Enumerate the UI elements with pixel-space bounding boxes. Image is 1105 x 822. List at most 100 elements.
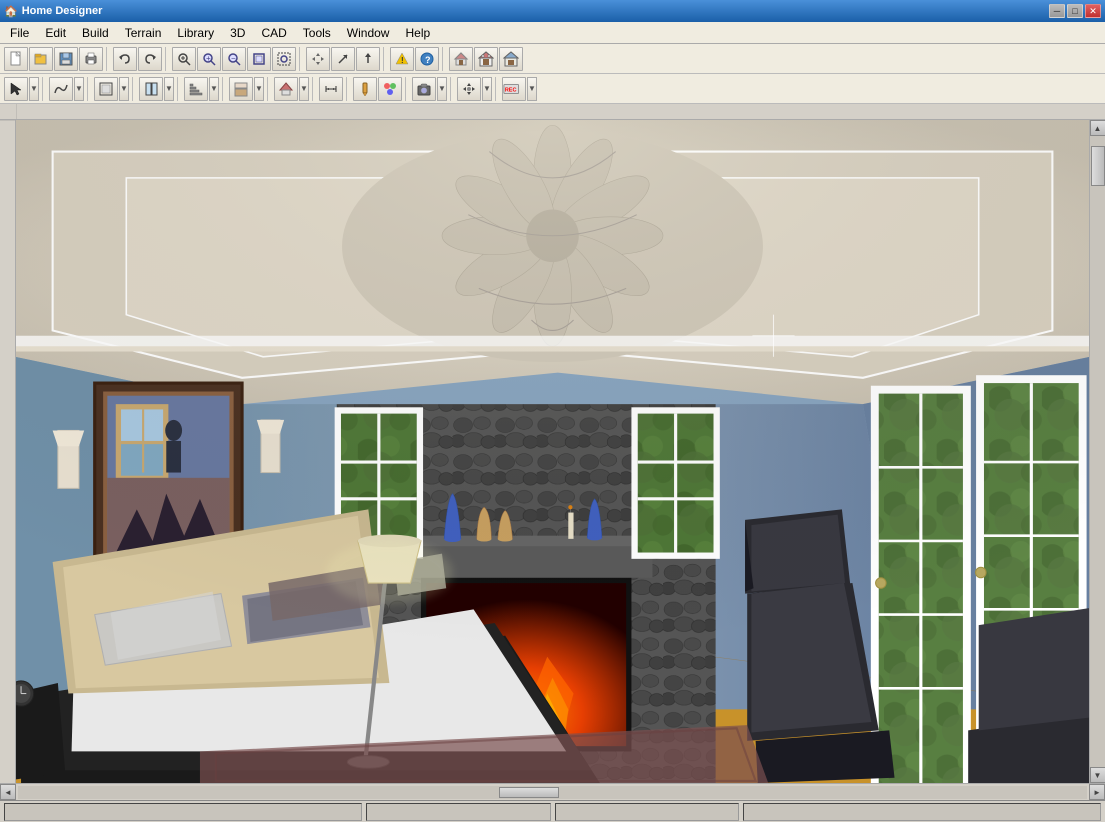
rec-button[interactable]: REC xyxy=(502,77,526,101)
minimize-button[interactable]: ─ xyxy=(1049,4,1065,18)
left-ruler xyxy=(0,120,16,783)
select-tool[interactable] xyxy=(4,77,28,101)
status-panel-3 xyxy=(555,803,739,821)
arrow-up-right-button[interactable] xyxy=(331,47,355,71)
status-bar xyxy=(0,800,1105,822)
h-scroll-track[interactable] xyxy=(18,786,1087,799)
bottom-scrollbar[interactable]: ◄ ► xyxy=(0,783,1105,800)
floor-tool[interactable] xyxy=(229,77,253,101)
menu-build[interactable]: Build xyxy=(74,24,117,42)
right-scrollbar[interactable]: ▲ ▼ xyxy=(1089,120,1105,783)
sep-t5 xyxy=(222,77,226,101)
roof-tool[interactable] xyxy=(274,77,298,101)
zoom-out-button[interactable]: − xyxy=(222,47,246,71)
roof-dropdown[interactable]: ▼ xyxy=(299,77,309,101)
door-dropdown[interactable]: ▼ xyxy=(164,77,174,101)
wall-tool[interactable] xyxy=(94,77,118,101)
separator-1 xyxy=(106,47,110,71)
camera-dropdown[interactable]: ▼ xyxy=(437,77,447,101)
title-bar: 🏠 Home Designer ─ □ ✕ xyxy=(0,0,1105,22)
svg-text:+: + xyxy=(206,54,211,63)
menu-tools[interactable]: Tools xyxy=(295,24,339,42)
separator-5 xyxy=(442,47,446,71)
scroll-left-arrow[interactable]: ◄ xyxy=(0,784,16,800)
pan-button[interactable] xyxy=(306,47,330,71)
rec-dropdown[interactable]: ▼ xyxy=(527,77,537,101)
scroll-right-arrow[interactable]: ► xyxy=(1089,784,1105,800)
dimension-tool[interactable] xyxy=(319,77,343,101)
zoom-in-button[interactable]: + xyxy=(197,47,221,71)
title-bar-controls[interactable]: ─ □ ✕ xyxy=(1049,4,1101,18)
sep-t4 xyxy=(177,77,181,101)
save-button[interactable] xyxy=(54,47,78,71)
curve-dropdown[interactable]: ▼ xyxy=(74,77,84,101)
separator-3 xyxy=(299,47,303,71)
top-ruler xyxy=(0,104,1105,120)
floor-dropdown[interactable]: ▼ xyxy=(254,77,264,101)
menu-bar: File Edit Build Terrain Library 3D CAD T… xyxy=(0,22,1105,44)
scroll-down-arrow[interactable]: ▼ xyxy=(1090,767,1105,783)
wall-dropdown[interactable]: ▼ xyxy=(119,77,129,101)
house-large-button[interactable] xyxy=(499,47,523,71)
close-button[interactable]: ✕ xyxy=(1085,4,1101,18)
new-button[interactable] xyxy=(4,47,28,71)
house-medium-button[interactable] xyxy=(474,47,498,71)
alert-button[interactable]: ! xyxy=(390,47,414,71)
zoom-magnifier-button[interactable] xyxy=(172,47,196,71)
sep-t9 xyxy=(405,77,409,101)
svg-text:REC: REC xyxy=(505,87,517,93)
menu-terrain[interactable]: Terrain xyxy=(117,24,170,42)
arrow-up-button[interactable] xyxy=(356,47,380,71)
sep-t11 xyxy=(495,77,499,101)
separator-4 xyxy=(383,47,387,71)
sep-t8 xyxy=(346,77,350,101)
move-dropdown[interactable]: ▼ xyxy=(482,77,492,101)
toolbar-1: + − ! ? xyxy=(0,44,1105,74)
sep-t6 xyxy=(267,77,271,101)
status-panel-1 xyxy=(4,803,362,821)
title-bar-left: 🏠 Home Designer xyxy=(4,5,102,18)
scroll-up-arrow[interactable]: ▲ xyxy=(1090,120,1105,136)
menu-window[interactable]: Window xyxy=(339,24,398,42)
material-tool[interactable] xyxy=(378,77,402,101)
status-panel-2 xyxy=(366,803,550,821)
scroll-track[interactable] xyxy=(1090,136,1105,767)
menu-library[interactable]: Library xyxy=(169,24,222,42)
house-simple-button[interactable] xyxy=(449,47,473,71)
sep-t3 xyxy=(132,77,136,101)
menu-file[interactable]: File xyxy=(2,24,37,42)
sep-t7 xyxy=(312,77,316,101)
scroll-thumb[interactable] xyxy=(1091,146,1105,186)
paint-tool[interactable] xyxy=(353,77,377,101)
move-tool[interactable] xyxy=(457,77,481,101)
open-button[interactable] xyxy=(29,47,53,71)
zoom-box-button[interactable] xyxy=(272,47,296,71)
door-window-tool[interactable] xyxy=(139,77,163,101)
undo-button[interactable] xyxy=(113,47,137,71)
stair-dropdown[interactable]: ▼ xyxy=(209,77,219,101)
print-button[interactable] xyxy=(79,47,103,71)
camera-tool[interactable] xyxy=(412,77,436,101)
svg-text:−: − xyxy=(231,54,236,63)
menu-edit[interactable]: Edit xyxy=(37,24,74,42)
sep-t10 xyxy=(450,77,454,101)
svg-text:!: ! xyxy=(401,56,404,65)
fit-view-button[interactable] xyxy=(247,47,271,71)
toolbar-2: ▼ ▼ ▼ ▼ ▼ ▼ ▼ ▼ xyxy=(0,74,1105,104)
menu-3d[interactable]: 3D xyxy=(222,24,253,42)
separator-2 xyxy=(165,47,169,71)
stair-tool[interactable] xyxy=(184,77,208,101)
app-title: Home Designer xyxy=(22,5,103,17)
curve-tool[interactable] xyxy=(49,77,73,101)
viewport xyxy=(16,120,1089,783)
redo-button[interactable] xyxy=(138,47,162,71)
h-scroll-thumb[interactable] xyxy=(499,787,559,798)
help-button[interactable]: ? xyxy=(415,47,439,71)
select-dropdown[interactable]: ▼ xyxy=(29,77,39,101)
maximize-button[interactable]: □ xyxy=(1067,4,1083,18)
sep-t2 xyxy=(87,77,91,101)
app-icon: 🏠 xyxy=(4,5,18,18)
menu-help[interactable]: Help xyxy=(397,24,438,42)
menu-cad[interactable]: CAD xyxy=(253,24,294,42)
sep-t1 xyxy=(42,77,46,101)
